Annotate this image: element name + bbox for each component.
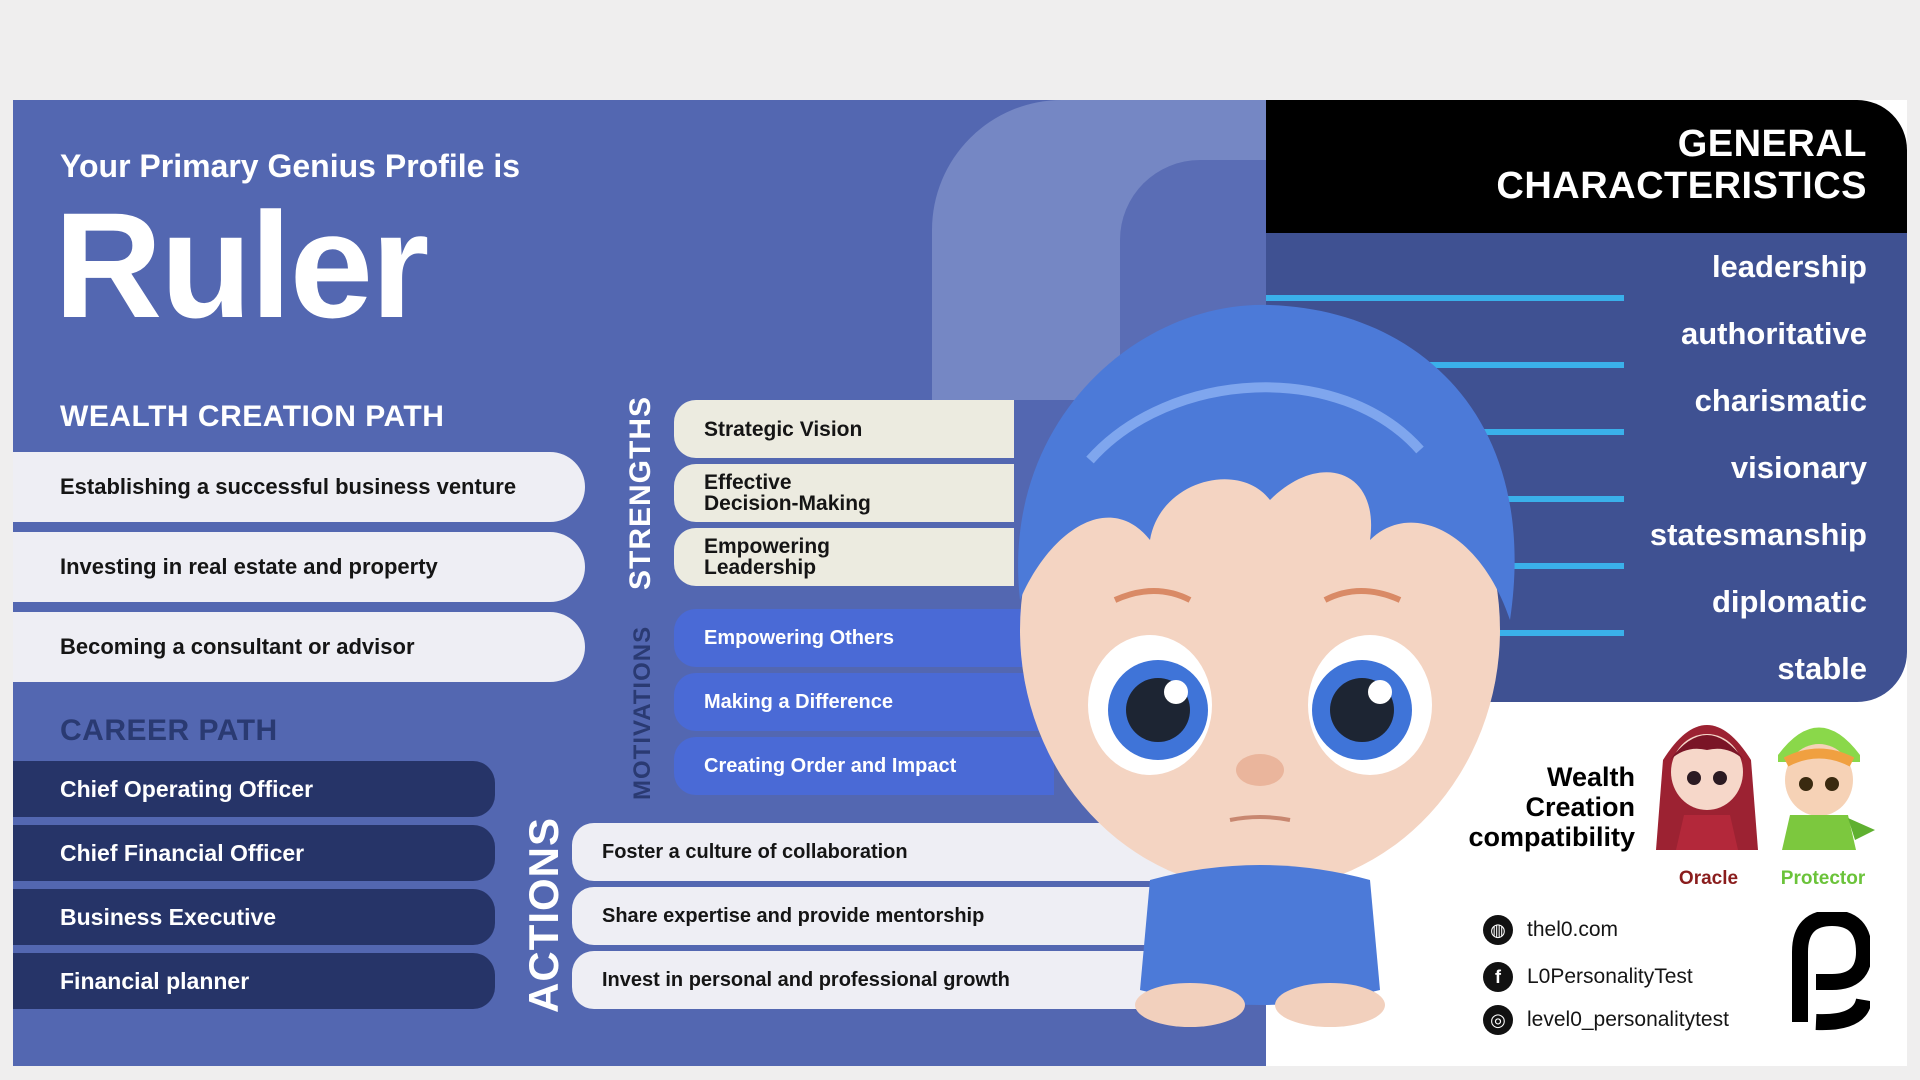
protector-label: Protector — [1780, 868, 1866, 889]
ruler-character-illustration — [1018, 304, 1515, 1027]
website-text: thel0.com — [1527, 918, 1619, 941]
level0-logo — [1792, 912, 1870, 1031]
globe-icon: ◍ — [1483, 915, 1513, 945]
career-item: Business Executive — [13, 889, 495, 945]
instagram-icon: ◎ — [1483, 1005, 1513, 1035]
facebook-link[interactable]: f L0PersonalityTest — [1483, 962, 1693, 992]
profile-title: Ruler — [54, 181, 429, 349]
career-path-heading: CAREER PATH — [60, 714, 278, 747]
website-link[interactable]: ◍ thel0.com — [1483, 915, 1618, 945]
facebook-text: L0PersonalityTest — [1527, 965, 1693, 988]
career-item: Chief Operating Officer — [13, 761, 495, 817]
strengths-label: STRENGTHS — [624, 395, 657, 590]
instagram-link[interactable]: ◎ level0_personalitytest — [1483, 1005, 1729, 1035]
protector-figure — [1778, 727, 1875, 850]
motivations-label: MOTIVATIONS — [629, 625, 656, 800]
characteristic-item: leadership — [1711, 248, 1867, 284]
instagram-text: level0_personalitytest — [1527, 1008, 1729, 1031]
wealth-item: Establishing a successful business ventu… — [13, 452, 585, 522]
oracle-figure — [1656, 725, 1758, 850]
facebook-icon: f — [1483, 962, 1513, 992]
oracle-label: Oracle — [1678, 868, 1739, 889]
career-item: Financial planner — [13, 953, 495, 1009]
wealth-item: Investing in real estate and property — [13, 532, 585, 602]
general-characteristics-title: GENERAL CHARACTERISTICS — [1496, 123, 1867, 207]
wealth-creation-heading: WEALTH CREATION PATH — [60, 400, 445, 433]
wealth-item: Becoming a consultant or advisor — [13, 612, 585, 682]
profile-subtitle: Your Primary Genius Profile is — [60, 148, 520, 184]
general-characteristics-header: GENERAL CHARACTERISTICS — [1266, 100, 1907, 233]
compatibility-label: Wealth Creation compatibility — [1468, 762, 1635, 853]
actions-label: ACTIONS — [520, 817, 567, 1013]
career-item: Chief Financial Officer — [13, 825, 495, 881]
